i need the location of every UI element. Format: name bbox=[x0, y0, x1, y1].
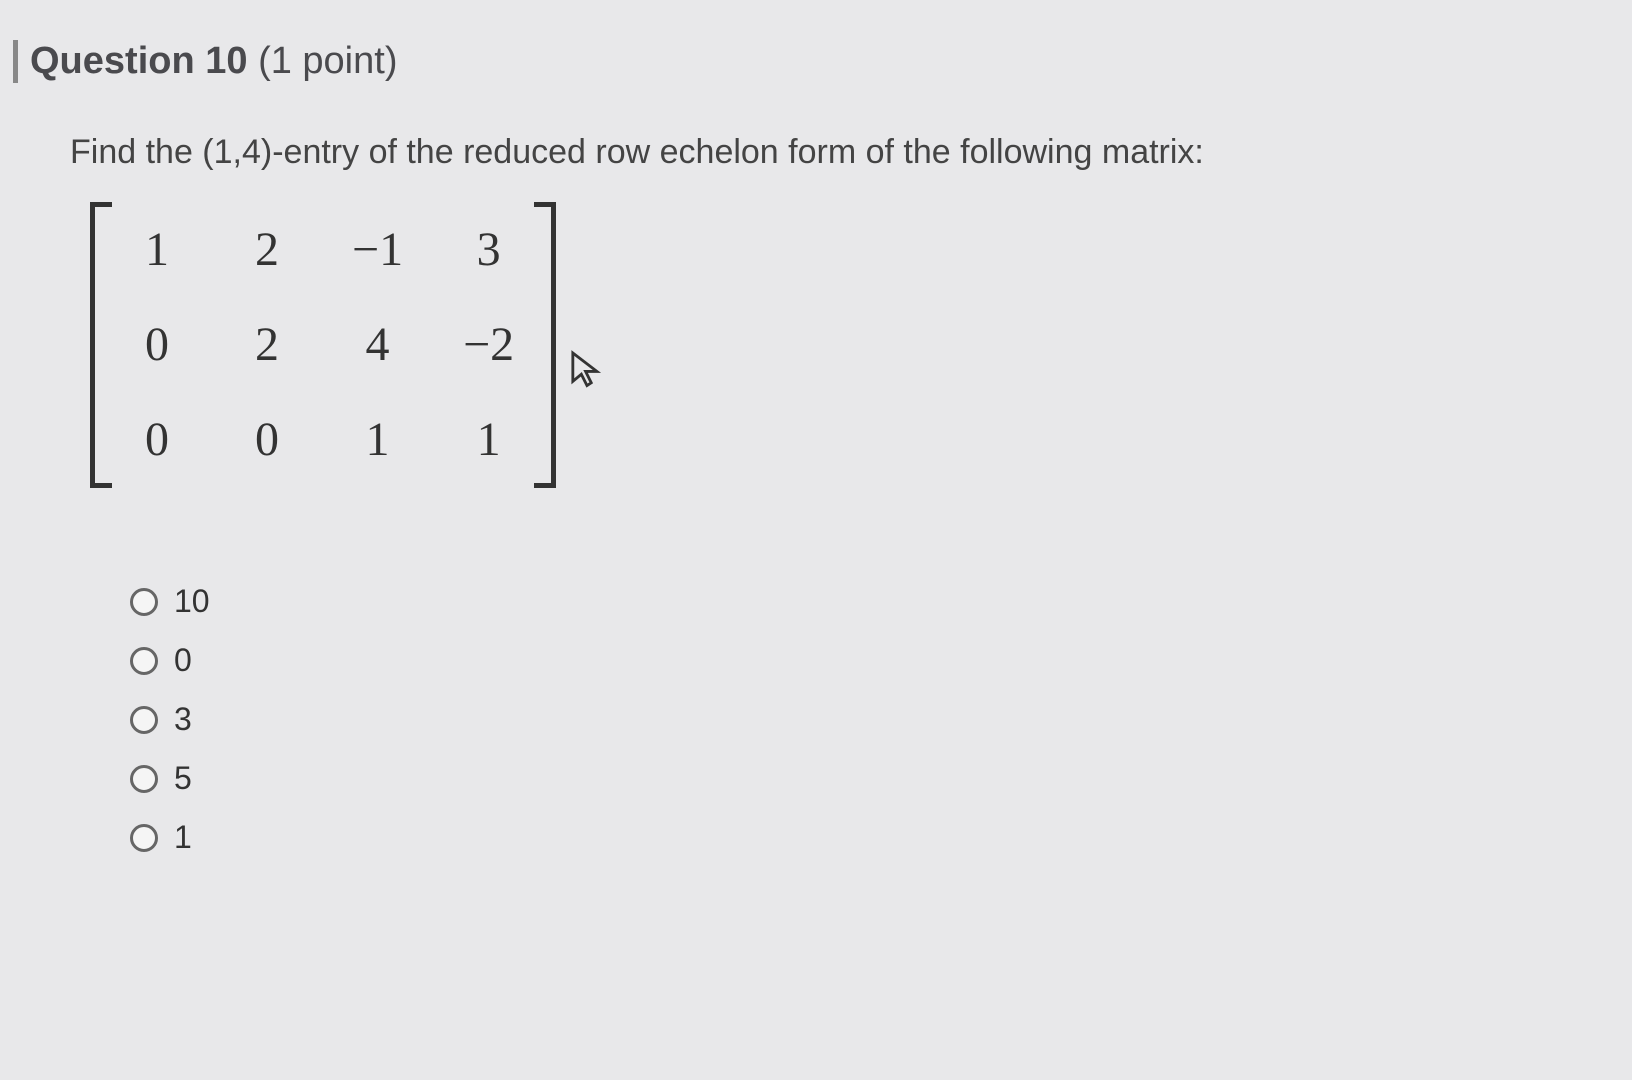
question-header: Question 10 (1 point) bbox=[13, 40, 1602, 83]
answer-option[interactable]: 5 bbox=[130, 760, 1602, 797]
answer-options: 10 0 3 5 1 bbox=[130, 583, 1602, 856]
radio-icon[interactable] bbox=[130, 706, 158, 734]
matrix-cell: 1 bbox=[463, 402, 514, 479]
matrix-cell: 2 bbox=[242, 307, 292, 384]
matrix-grid: 1 2 −1 3 0 2 4 −2 0 0 1 1 bbox=[104, 202, 542, 488]
answer-option[interactable]: 3 bbox=[130, 701, 1602, 738]
option-label: 1 bbox=[174, 819, 192, 856]
radio-icon[interactable] bbox=[130, 824, 158, 852]
matrix-cell: 0 bbox=[132, 307, 182, 384]
question-number: 10 bbox=[205, 40, 247, 82]
answer-option[interactable]: 1 bbox=[130, 819, 1602, 856]
matrix-cell: 1 bbox=[352, 402, 403, 479]
radio-icon[interactable] bbox=[130, 588, 158, 616]
matrix-cell: 0 bbox=[132, 402, 182, 479]
matrix-cell: 3 bbox=[463, 212, 514, 289]
answer-option[interactable]: 0 bbox=[130, 642, 1602, 679]
matrix-cell: 2 bbox=[242, 212, 292, 289]
answer-option[interactable]: 10 bbox=[130, 583, 1602, 620]
matrix-cell: 4 bbox=[352, 307, 403, 384]
question-label: Question bbox=[30, 40, 205, 82]
question-prompt: Find the (1,4)-entry of the reduced row … bbox=[70, 133, 1602, 172]
question-points: (1 point) bbox=[248, 40, 398, 82]
matrix-right-bracket bbox=[542, 202, 556, 488]
matrix-cell: 0 bbox=[242, 402, 292, 479]
matrix-left-bracket bbox=[90, 202, 104, 488]
option-label: 3 bbox=[174, 701, 192, 738]
option-label: 0 bbox=[174, 642, 192, 679]
radio-icon[interactable] bbox=[130, 765, 158, 793]
cursor-icon bbox=[570, 350, 604, 400]
matrix-cell: −1 bbox=[352, 212, 403, 289]
radio-icon[interactable] bbox=[130, 647, 158, 675]
option-label: 10 bbox=[174, 583, 210, 620]
matrix-cell: −2 bbox=[463, 307, 514, 384]
matrix: 1 2 −1 3 0 2 4 −2 0 0 1 1 bbox=[90, 202, 556, 488]
matrix-cell: 1 bbox=[132, 212, 182, 289]
option-label: 5 bbox=[174, 760, 192, 797]
